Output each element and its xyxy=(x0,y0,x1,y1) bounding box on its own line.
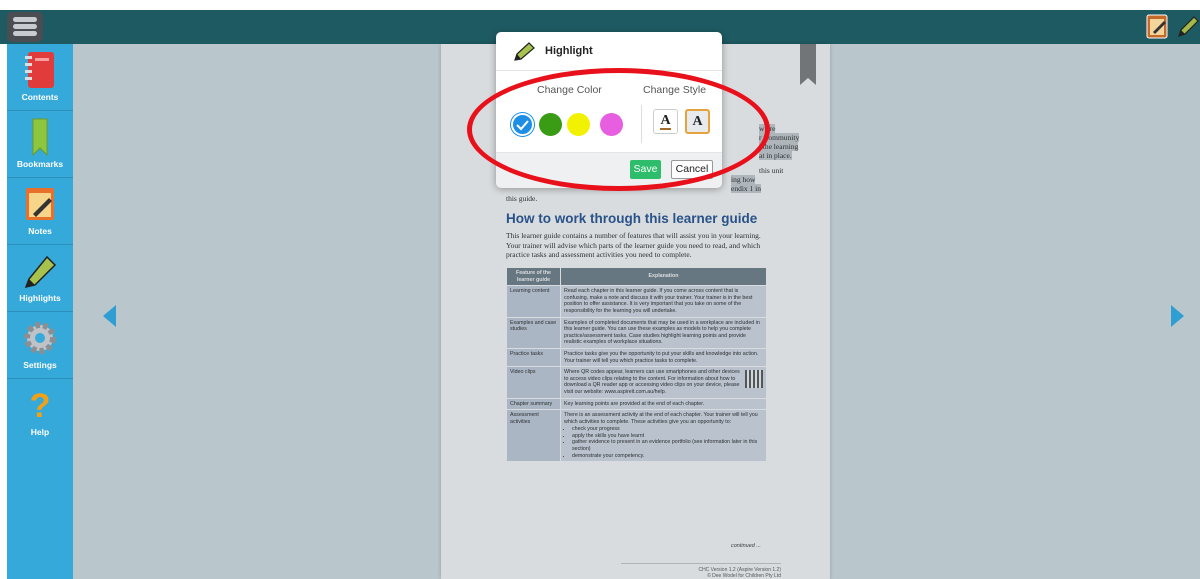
menu-button[interactable] xyxy=(7,12,43,42)
previous-page-arrow-icon[interactable] xyxy=(103,305,116,327)
sidebar-item-label: Settings xyxy=(23,360,57,370)
change-color-label: Change Color xyxy=(537,84,602,96)
sidebar-item-label: Bookmarks xyxy=(16,159,64,169)
sidebar: Contents Bookmarks Notes Highlights Sett… xyxy=(7,44,73,579)
color-swatch-green[interactable] xyxy=(539,113,562,136)
question-icon: ? xyxy=(30,387,51,425)
menu-icon xyxy=(13,17,37,22)
sidebar-item-settings[interactable]: Settings xyxy=(7,312,73,379)
checkmark-icon xyxy=(516,120,529,131)
sidebar-item-contents[interactable]: Contents xyxy=(7,44,73,111)
style-highlight-button[interactable]: A xyxy=(685,109,710,134)
save-button[interactable]: Save xyxy=(630,160,661,179)
sidebar-item-label: Contents xyxy=(21,92,59,102)
gear-icon xyxy=(24,322,56,354)
style-letter: A xyxy=(660,113,671,130)
notes-icon xyxy=(26,188,54,220)
notes-toolbar-icon[interactable] xyxy=(1145,12,1171,40)
dialog-title: Highlight xyxy=(545,45,593,57)
dialog-header: Highlight xyxy=(496,32,722,71)
highlighter-icon xyxy=(24,255,57,289)
sidebar-item-notes[interactable]: Notes xyxy=(7,178,73,245)
svg-text:?: ? xyxy=(30,387,51,425)
sidebar-item-help[interactable]: ? Help xyxy=(7,379,73,445)
color-swatch-pink[interactable] xyxy=(600,113,623,136)
style-letter: A xyxy=(692,114,703,129)
bookmark-icon xyxy=(32,118,48,157)
sidebar-item-label: Highlights xyxy=(19,293,61,303)
sidebar-item-highlights[interactable]: Highlights xyxy=(7,245,73,312)
highlighter-icon xyxy=(514,42,535,61)
change-style-label: Change Style xyxy=(643,84,707,96)
highlight-dialog: Highlight Change Color Change Style A A … xyxy=(496,32,722,188)
color-swatch-yellow[interactable] xyxy=(567,113,590,136)
cancel-button[interactable]: Cancel xyxy=(671,160,713,179)
menu-icon-bar xyxy=(13,24,37,29)
menu-icon-bar xyxy=(13,31,37,36)
notebook-icon xyxy=(25,52,54,88)
next-page-arrow-icon[interactable] xyxy=(1171,305,1184,327)
sidebar-item-bookmarks[interactable]: Bookmarks xyxy=(7,111,73,178)
sidebar-item-label: Notes xyxy=(28,226,52,236)
color-swatch-blue[interactable] xyxy=(511,113,534,136)
highlighter-toolbar-icon[interactable] xyxy=(1175,12,1200,40)
divider xyxy=(641,105,642,143)
sidebar-item-label: Help xyxy=(30,427,50,437)
style-underline-button[interactable]: A xyxy=(653,109,678,134)
